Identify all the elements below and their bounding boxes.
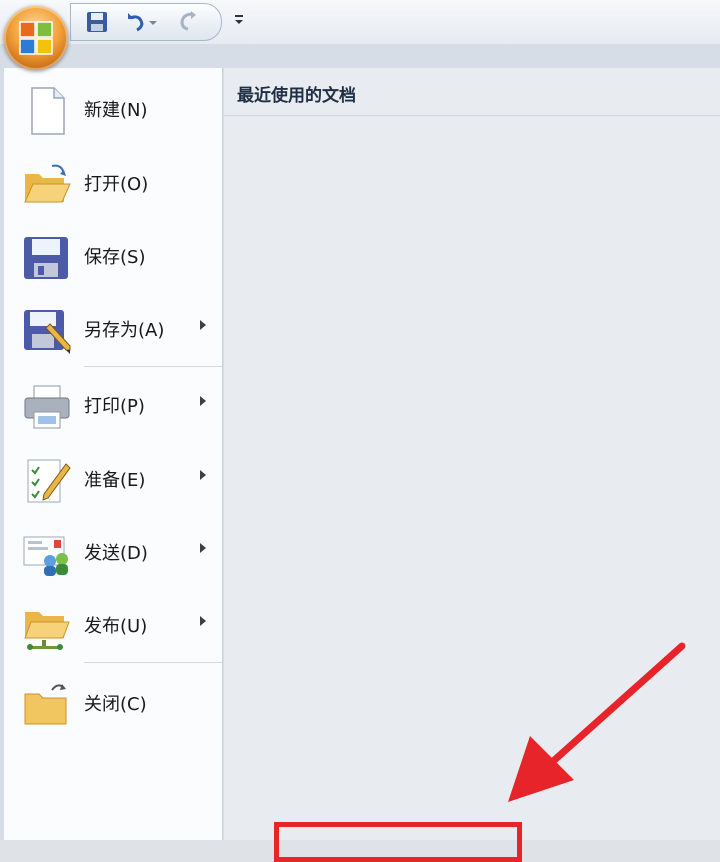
menu-item-prepare[interactable]: 准备(E) <box>4 444 222 514</box>
menu-item-label: 发送(D) <box>84 543 148 564</box>
menu-separator <box>84 366 222 367</box>
redo-icon[interactable] <box>175 10 199 34</box>
send-icon <box>22 529 72 579</box>
publish-icon <box>22 602 72 652</box>
menu-commands: 新建(N) 打开(O) 保存(S) 另存为(A) 打印(P) 准备(E) 发送(… <box>4 68 223 840</box>
menu-item-close[interactable]: 关闭(C) <box>4 668 222 738</box>
menu-item-label: 保存(S) <box>84 247 146 268</box>
menu-item-label: 发布(U) <box>84 616 148 637</box>
submenu-arrow-icon <box>200 470 206 480</box>
menu-item-new[interactable]: 新建(N) <box>4 74 222 144</box>
menu-item-label: 打印(P) <box>84 396 145 417</box>
quick-access-group <box>70 3 222 41</box>
menu-item-send[interactable]: 发送(D) <box>4 517 222 587</box>
annotation-arrow-icon <box>508 642 686 802</box>
menu-item-label: 准备(E) <box>84 470 146 491</box>
close-folder-icon <box>22 680 72 730</box>
submenu-arrow-icon <box>200 616 206 626</box>
customize-dropdown-icon[interactable] <box>232 12 246 28</box>
save-as-icon <box>22 306 72 356</box>
undo-dropdown-icon[interactable] <box>147 10 159 34</box>
save-icon[interactable] <box>85 10 109 34</box>
menu-item-save[interactable]: 保存(S) <box>4 221 222 291</box>
menu-item-save-as[interactable]: 另存为(A) <box>4 294 222 364</box>
menu-item-open[interactable]: 打开(O) <box>4 148 222 218</box>
open-folder-icon <box>22 160 72 210</box>
undo-icon[interactable] <box>123 10 147 34</box>
submenu-arrow-icon <box>200 320 206 330</box>
new-document-icon <box>22 86 72 136</box>
menu-item-label: 打开(O) <box>84 174 149 195</box>
printer-icon <box>22 382 72 432</box>
save-icon <box>22 233 72 283</box>
office-button[interactable] <box>4 6 68 70</box>
menu-item-print[interactable]: 打印(P) <box>4 370 222 440</box>
menu-separator <box>84 662 222 663</box>
menu-item-publish[interactable]: 发布(U) <box>4 590 222 660</box>
menu-item-label: 另存为(A) <box>84 320 165 341</box>
office-logo-icon <box>19 21 53 55</box>
quick-access-toolbar <box>0 0 720 45</box>
menu-item-label: 新建(N) <box>84 100 148 121</box>
submenu-arrow-icon <box>200 543 206 553</box>
recent-documents-title: 最近使用的文档 <box>224 68 720 116</box>
menu-item-label: 关闭(C) <box>84 694 147 715</box>
prepare-icon <box>22 456 72 506</box>
submenu-arrow-icon <box>200 396 206 406</box>
annotation-highlight-box <box>274 822 522 862</box>
